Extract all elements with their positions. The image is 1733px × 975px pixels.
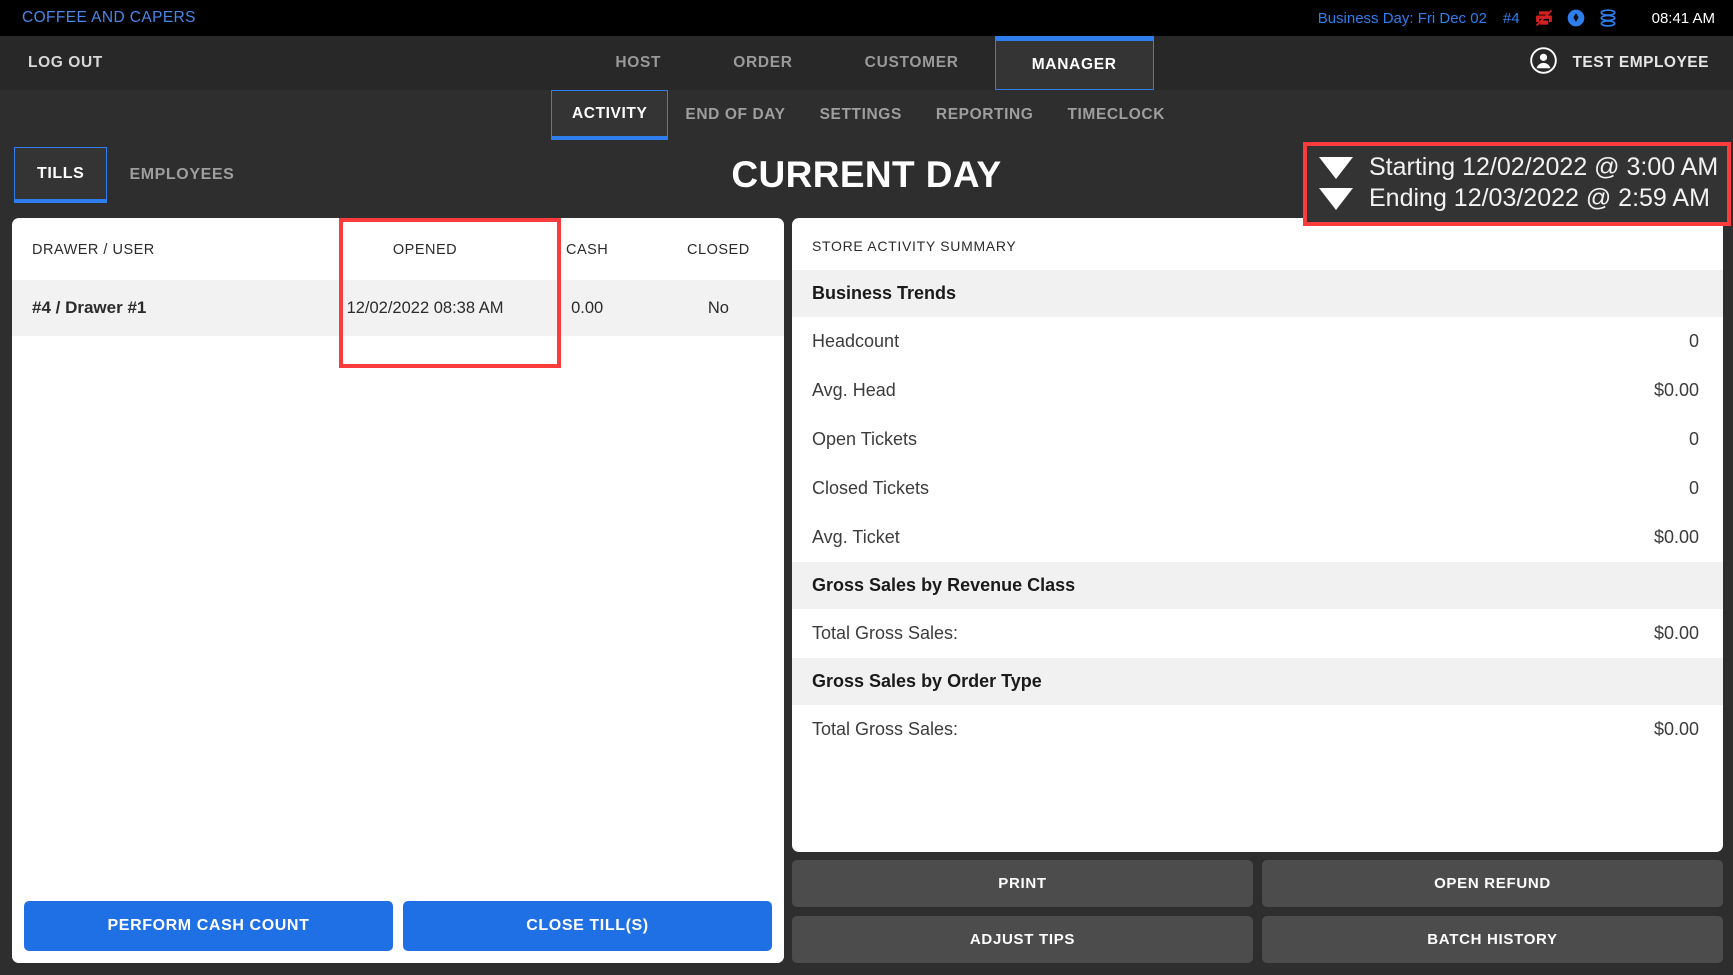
summary-row-total-gross-sales-order-type: Total Gross Sales: $0.00 [792,705,1723,754]
user-name-label: TEST EMPLOYEE [1572,54,1709,71]
business-day-label: Business Day: Fri Dec 02 [1317,9,1487,27]
summary-section-business-trends: Business Trends [792,270,1723,317]
account-circle-icon [1529,46,1558,80]
tab-activity[interactable]: ACTIVITY [551,90,669,140]
clock-label: 08:41 AM [1651,9,1715,27]
summary-row-closed-tickets: Closed Tickets 0 [792,464,1723,513]
nav-tab-customer[interactable]: CUSTOMER [829,36,995,90]
starting-date-label: Starting 12/02/2022 @ 3:00 AM [1369,153,1719,181]
starting-date-dropdown[interactable]: Starting 12/02/2022 @ 3:00 AM [1319,152,1719,183]
nav-tab-manager[interactable]: MANAGER [994,36,1154,90]
date-range-selector: Starting 12/02/2022 @ 3:00 AM Ending 12/… [1303,142,1731,226]
summary-row-label: Avg. Head [812,380,896,400]
ending-date-dropdown[interactable]: Ending 12/03/2022 @ 2:59 AM [1319,183,1715,214]
status-bar: COFFEE AND CAPERS Business Day: Fri Dec … [0,0,1733,36]
tills-action-bar: PERFORM CASH COUNT CLOSE TILL(S) [12,893,784,963]
status-icon-group [1534,8,1618,28]
tab-settings[interactable]: SETTINGS [803,90,919,140]
payment-device-icon[interactable] [1566,8,1586,28]
summary-row-label: Closed Tickets [812,478,930,498]
summary-row-open-tickets: Open Tickets 0 [792,415,1723,464]
main-content: DRAWER / USER OPENED CASH CLOSED #4 / Dr… [0,218,1733,975]
main-nav-tabs: HOST ORDER CUSTOMER MANAGER [0,36,1733,90]
manager-sub-navigation: ACTIVITY END OF DAY SETTINGS REPORTING T… [0,90,1733,140]
table-header-row: DRAWER / USER OPENED CASH CLOSED [12,218,784,280]
store-name: COFFEE AND CAPERS [22,9,196,26]
main-navigation: LOG OUT HOST ORDER CUSTOMER MANAGER TEST… [0,36,1733,90]
printer-off-icon[interactable] [1534,8,1554,28]
print-button[interactable]: PRINT [792,860,1253,907]
current-user-button[interactable]: TEST EMPLOYEE [1529,36,1733,90]
status-bar-right: Business Day: Fri Dec 02 #4 08:41 AM [1318,8,1715,28]
nav-tab-host[interactable]: HOST [579,36,697,90]
store-activity-summary-card: STORE ACTIVITY SUMMARY Business Trends H… [792,218,1723,852]
summary-section-label: Gross Sales by Revenue Class [812,575,1076,595]
cell-drawer-user: #4 / Drawer #1 [12,280,329,336]
close-tills-button[interactable]: CLOSE TILL(S) [403,901,772,951]
summary-row-total-gross-sales-revenue-class: Total Gross Sales: $0.00 [792,609,1723,658]
column-header-cash: CASH [565,242,609,258]
summary-column: STORE ACTIVITY SUMMARY Business Trends H… [792,218,1723,963]
summary-row-value: $0.00 [1653,527,1699,547]
chevron-down-icon [1319,156,1353,179]
tills-panel: DRAWER / USER OPENED CASH CLOSED #4 / Dr… [12,218,784,963]
tills-table-empty-space [12,336,784,893]
summary-action-bar: PRINT OPEN REFUND ADJUST TIPS BATCH HIST… [792,860,1723,963]
cell-closed: No [652,280,784,336]
tab-timeclock[interactable]: TIMECLOCK [1050,90,1182,140]
summary-row-value: $0.00 [1653,380,1699,400]
tills-table-body: #4 / Drawer #1 12/02/2022 08:38 AM 0.00 … [12,280,784,336]
column-header-drawer-user: DRAWER / USER [32,242,155,258]
page-header: TILLS EMPLOYEES CURRENT DAY Starting 12/… [0,140,1733,226]
ending-date-label: Ending 12/03/2022 @ 2:59 AM [1369,184,1710,212]
pos-app-window: COFFEE AND CAPERS Business Day: Fri Dec … [0,0,1733,975]
column-header-closed: CLOSED [687,242,750,258]
summary-row-label: Total Gross Sales: [812,719,959,739]
database-icon[interactable] [1598,8,1618,28]
summary-row-value: $0.00 [1653,719,1699,739]
chevron-down-icon [1319,187,1353,210]
cell-cash: 0.00 [521,280,653,336]
summary-row-value: 0 [1688,429,1699,449]
column-header-opened: OPENED [392,242,458,258]
summary-row-value: 0 [1688,331,1699,351]
tab-end-of-day[interactable]: END OF DAY [668,90,802,140]
drawer-number-label: #4 [1502,9,1520,27]
nav-tab-order[interactable]: ORDER [697,36,828,90]
summary-section-label: Business Trends [812,283,957,303]
perform-cash-count-button[interactable]: PERFORM CASH COUNT [24,901,393,951]
summary-row-label: Headcount [812,331,900,351]
batch-history-button[interactable]: BATCH HISTORY [1262,916,1723,963]
summary-row-label: Open Tickets [812,429,918,449]
summary-section-label: Gross Sales by Order Type [812,671,1042,691]
summary-row-avg-head: Avg. Head $0.00 [792,366,1723,415]
summary-row-label: Avg. Ticket [812,527,900,547]
log-out-button[interactable]: LOG OUT [0,36,131,90]
tills-table: DRAWER / USER OPENED CASH CLOSED #4 / Dr… [12,218,784,336]
table-row[interactable]: #4 / Drawer #1 12/02/2022 08:38 AM 0.00 … [12,280,784,336]
summary-row-value: $0.00 [1653,623,1699,643]
summary-row-avg-ticket: Avg. Ticket $0.00 [792,513,1723,562]
open-refund-button[interactable]: OPEN REFUND [1262,860,1723,907]
summary-row-headcount: Headcount 0 [792,317,1723,366]
cell-opened: 12/02/2022 08:38 AM [328,280,522,336]
summary-section-gross-sales-order-type: Gross Sales by Order Type [792,658,1723,705]
tills-table-header: DRAWER / USER OPENED CASH CLOSED [12,218,784,280]
adjust-tips-button[interactable]: ADJUST TIPS [792,916,1253,963]
tab-reporting[interactable]: REPORTING [919,90,1051,140]
summary-row-label: Total Gross Sales: [812,623,959,643]
summary-row-value: 0 [1688,478,1699,498]
summary-section-gross-sales-revenue-class: Gross Sales by Revenue Class [792,562,1723,609]
